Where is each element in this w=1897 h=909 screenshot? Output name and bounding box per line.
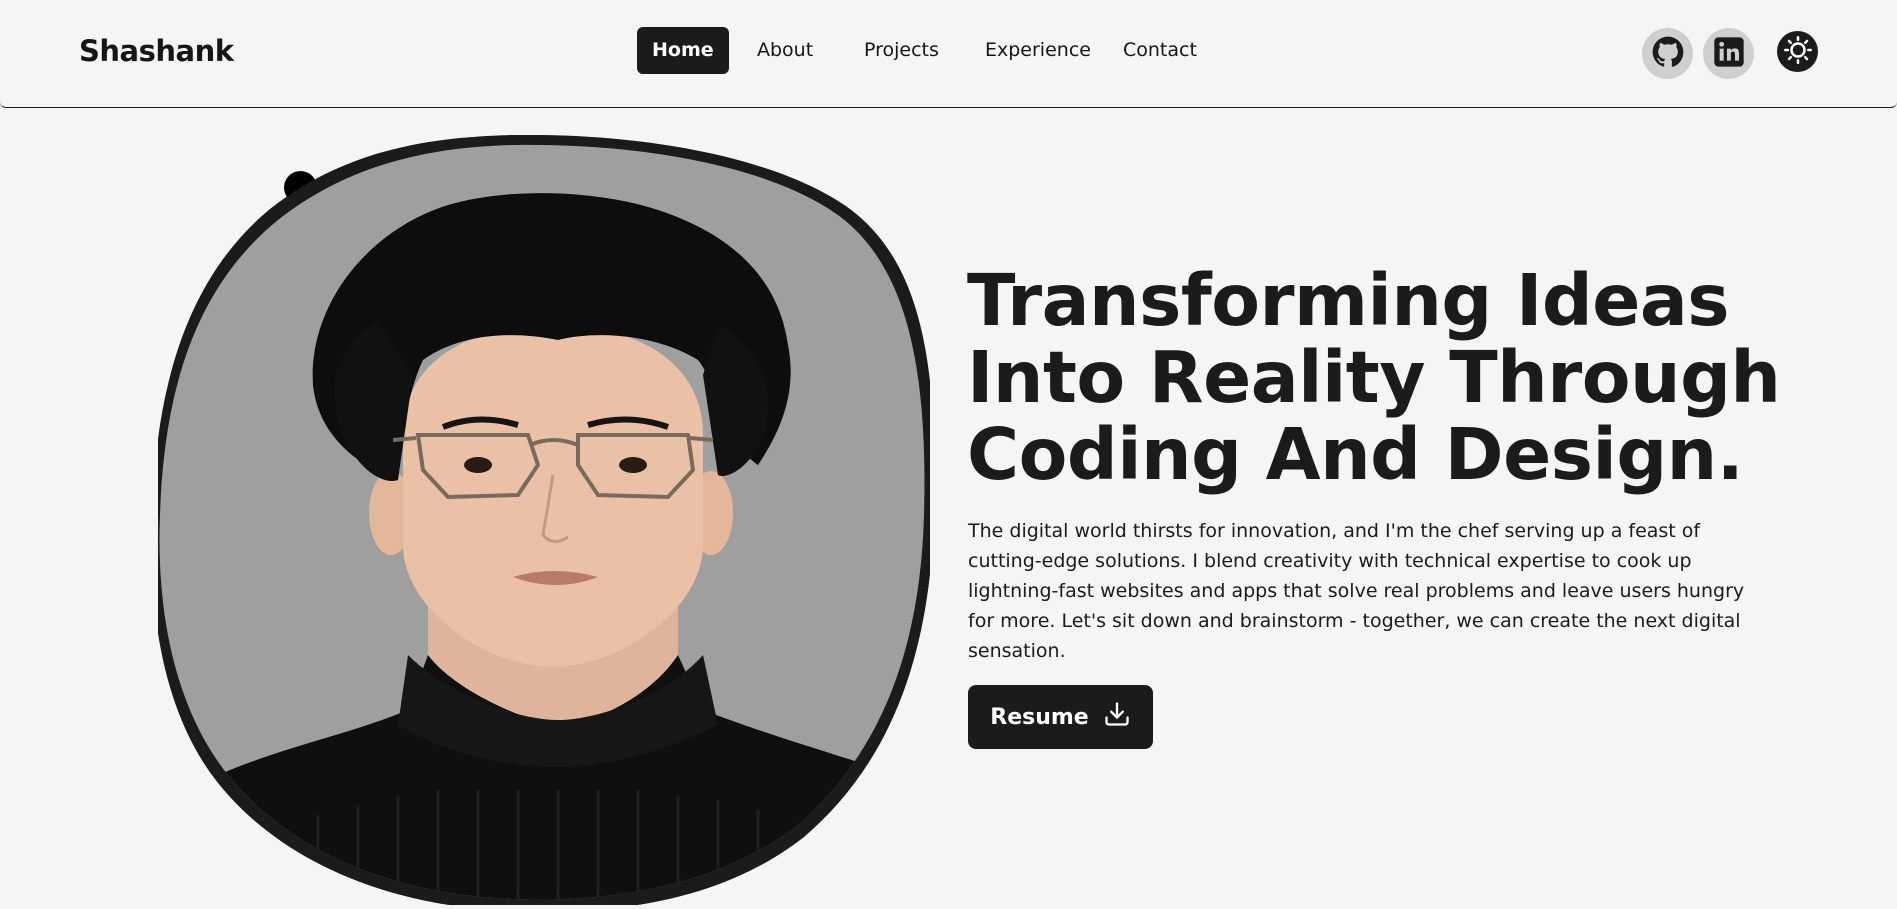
nav-projects[interactable]: Projects bbox=[864, 27, 939, 74]
hero-intro: The digital world thirsts for innovation… bbox=[968, 520, 1745, 662]
nav-experience[interactable]: Experience bbox=[985, 27, 1091, 74]
resume-download-button[interactable]: Resume bbox=[968, 685, 1153, 749]
theme-toggle-button[interactable] bbox=[1777, 31, 1818, 72]
linkedin-link[interactable] bbox=[1703, 28, 1754, 79]
nav-contact[interactable]: Contact bbox=[1123, 27, 1197, 74]
resume-label: Resume bbox=[990, 704, 1089, 730]
sun-icon bbox=[1783, 35, 1813, 68]
navbar: Shashank Home About Projects Experience … bbox=[0, 0, 1897, 108]
hero-headline: Transforming Ideas Into Reality Through … bbox=[967, 259, 1781, 496]
nav-about[interactable]: About bbox=[757, 27, 813, 74]
profile-portrait bbox=[151, 134, 935, 909]
download-icon bbox=[1103, 700, 1131, 734]
linkedin-icon bbox=[1713, 36, 1745, 72]
github-icon bbox=[1652, 36, 1684, 72]
github-link[interactable] bbox=[1642, 28, 1693, 79]
brand-logo[interactable]: Shashank bbox=[79, 34, 234, 68]
nav-home[interactable]: Home bbox=[637, 27, 729, 74]
